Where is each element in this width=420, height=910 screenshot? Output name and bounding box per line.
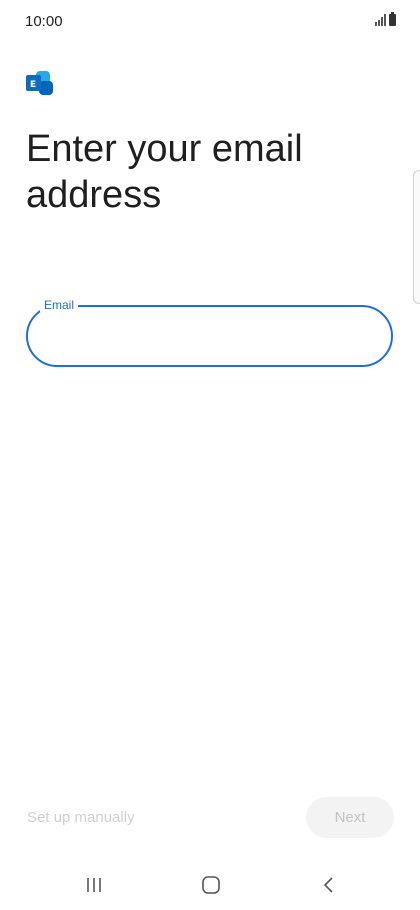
page-title: Enter your email address <box>26 128 303 216</box>
back-icon[interactable] <box>309 870 349 900</box>
status-icons <box>375 12 396 26</box>
recent-apps-icon[interactable] <box>74 870 114 900</box>
navigation-bar <box>0 860 420 910</box>
email-field[interactable]: Email <box>26 298 393 367</box>
exchange-logo-icon: E <box>26 71 54 95</box>
status-time: 10:00 <box>25 13 63 30</box>
email-input[interactable] <box>48 321 371 353</box>
email-field-label: Email <box>40 298 79 312</box>
battery-icon <box>389 12 396 26</box>
svg-text:E: E <box>30 80 36 90</box>
next-button[interactable]: Next <box>306 797 394 838</box>
set-up-manually-link[interactable]: Set up manually <box>27 809 135 826</box>
signal-icon <box>375 14 386 26</box>
edge-panel-handle[interactable] <box>413 170 420 304</box>
status-bar: 10:00 <box>0 0 420 44</box>
home-icon[interactable] <box>191 870 231 900</box>
email-setup-screen: 10:00 E Enter your email address Email S… <box>0 0 420 910</box>
